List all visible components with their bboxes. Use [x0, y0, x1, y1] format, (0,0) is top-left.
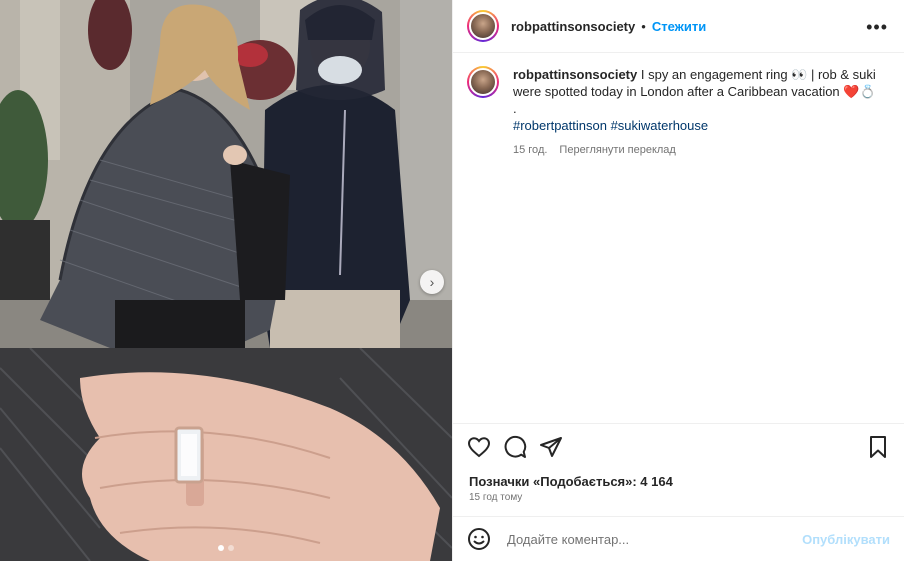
- author-username[interactable]: robpattinsonsociety: [511, 19, 635, 34]
- share-icon[interactable]: [539, 435, 563, 459]
- follow-button[interactable]: Стежити: [652, 19, 706, 34]
- street-photo-illustration: [0, 0, 452, 348]
- caption-age: 15 год.: [513, 144, 548, 156]
- likes-count[interactable]: Позначки «Подобається»: 4 164: [453, 460, 904, 489]
- caption-hashtags[interactable]: #robertpattinson #sukiwaterhouse: [513, 118, 708, 133]
- chevron-right-icon: ›: [429, 274, 435, 290]
- carousel-next-button[interactable]: ›: [420, 270, 444, 294]
- ring-photo-illustration: [0, 348, 452, 561]
- post-actions: Позначки «Подобається»: 4 164 15 год том…: [453, 423, 904, 503]
- post-header: robpattinsonsociety • Стежити •••: [453, 0, 904, 53]
- post-media: ›: [0, 0, 452, 561]
- action-icons: [453, 424, 904, 460]
- bookmark-icon[interactable]: [866, 435, 890, 459]
- carousel-dot: [228, 545, 234, 551]
- see-translation-link[interactable]: Переглянути переклад: [559, 142, 675, 159]
- post-time: 15 год тому: [469, 492, 523, 503]
- street-photo: ›: [0, 0, 452, 348]
- caption-avatar[interactable]: [467, 66, 499, 98]
- caption-dot: .: [513, 101, 517, 116]
- carousel-dot: [218, 545, 224, 551]
- separator-dot: •: [641, 18, 646, 34]
- caption-username[interactable]: robpattinsonsociety: [513, 67, 637, 82]
- comment-input[interactable]: [505, 530, 803, 548]
- carousel-dots: [0, 545, 452, 551]
- comment-bar: Опублікувати: [453, 516, 904, 561]
- post-side-panel: robpattinsonsociety • Стежити ••• robpat…: [452, 0, 904, 561]
- post-caption: robpattinsonsociety I spy an engagement …: [467, 66, 890, 159]
- publish-button[interactable]: Опублікувати: [802, 532, 890, 547]
- comment-icon[interactable]: [503, 435, 527, 459]
- caption-body: robpattinsonsociety I spy an engagement …: [513, 66, 890, 159]
- post-dialog: › robpattinsonsociety • Стежити ••• robp…: [0, 0, 907, 561]
- caption-meta: 15 год. Переглянути переклад: [513, 142, 890, 159]
- emoji-icon[interactable]: [467, 527, 491, 551]
- ring-photo: [0, 348, 452, 561]
- avatar[interactable]: [467, 10, 499, 42]
- more-options-icon[interactable]: •••: [866, 17, 888, 38]
- heart-icon[interactable]: [467, 435, 491, 459]
